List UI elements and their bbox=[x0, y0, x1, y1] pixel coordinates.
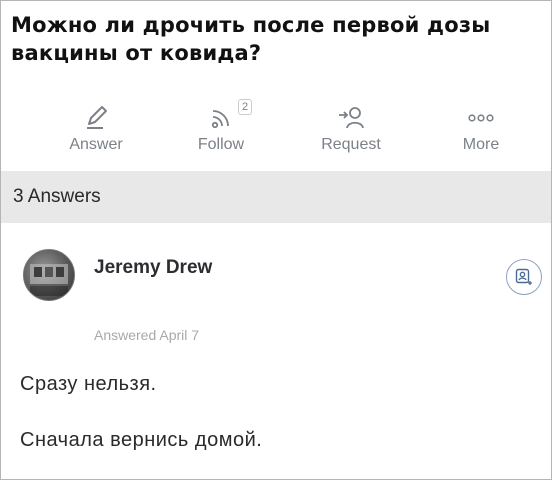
more-action[interactable]: More bbox=[426, 96, 536, 168]
pencil-icon bbox=[87, 106, 107, 129]
add-user-icon bbox=[515, 268, 532, 285]
answers-count-label: 3 Answers bbox=[13, 186, 101, 207]
answer-label: Answer bbox=[69, 136, 123, 153]
request-label: Request bbox=[321, 136, 381, 153]
follow-count-badge: 2 bbox=[238, 99, 253, 115]
follow-action[interactable]: 2 Follow bbox=[166, 96, 276, 168]
answered-date: Answered April 7 bbox=[94, 327, 200, 343]
answer-action[interactable]: Answer bbox=[41, 96, 151, 168]
request-action[interactable]: Request bbox=[296, 96, 406, 168]
author-name[interactable]: Jeremy Drew bbox=[94, 257, 212, 279]
avatar[interactable] bbox=[23, 249, 75, 301]
follow-label: Follow bbox=[197, 136, 245, 153]
action-bar: Answer 2 Follow Request More bbox=[1, 96, 551, 168]
answer-text-line: Сначала вернись домой. bbox=[20, 429, 263, 451]
avatar-photo-icon bbox=[30, 264, 68, 296]
request-user-icon bbox=[339, 107, 364, 129]
answers-count-bar: 3 Answers bbox=[1, 171, 551, 223]
more-dots-icon bbox=[468, 114, 494, 122]
follow-author-button[interactable] bbox=[506, 259, 542, 295]
answer-text-line: Сразу нельзя. bbox=[20, 373, 157, 395]
rss-follow-icon bbox=[211, 110, 229, 129]
more-label: More bbox=[462, 136, 500, 153]
question-title: Можно ли дрочить после первой дозы вакци… bbox=[11, 13, 491, 65]
screenshot-frame: Можно ли дрочить после первой дозы вакци… bbox=[0, 0, 552, 480]
